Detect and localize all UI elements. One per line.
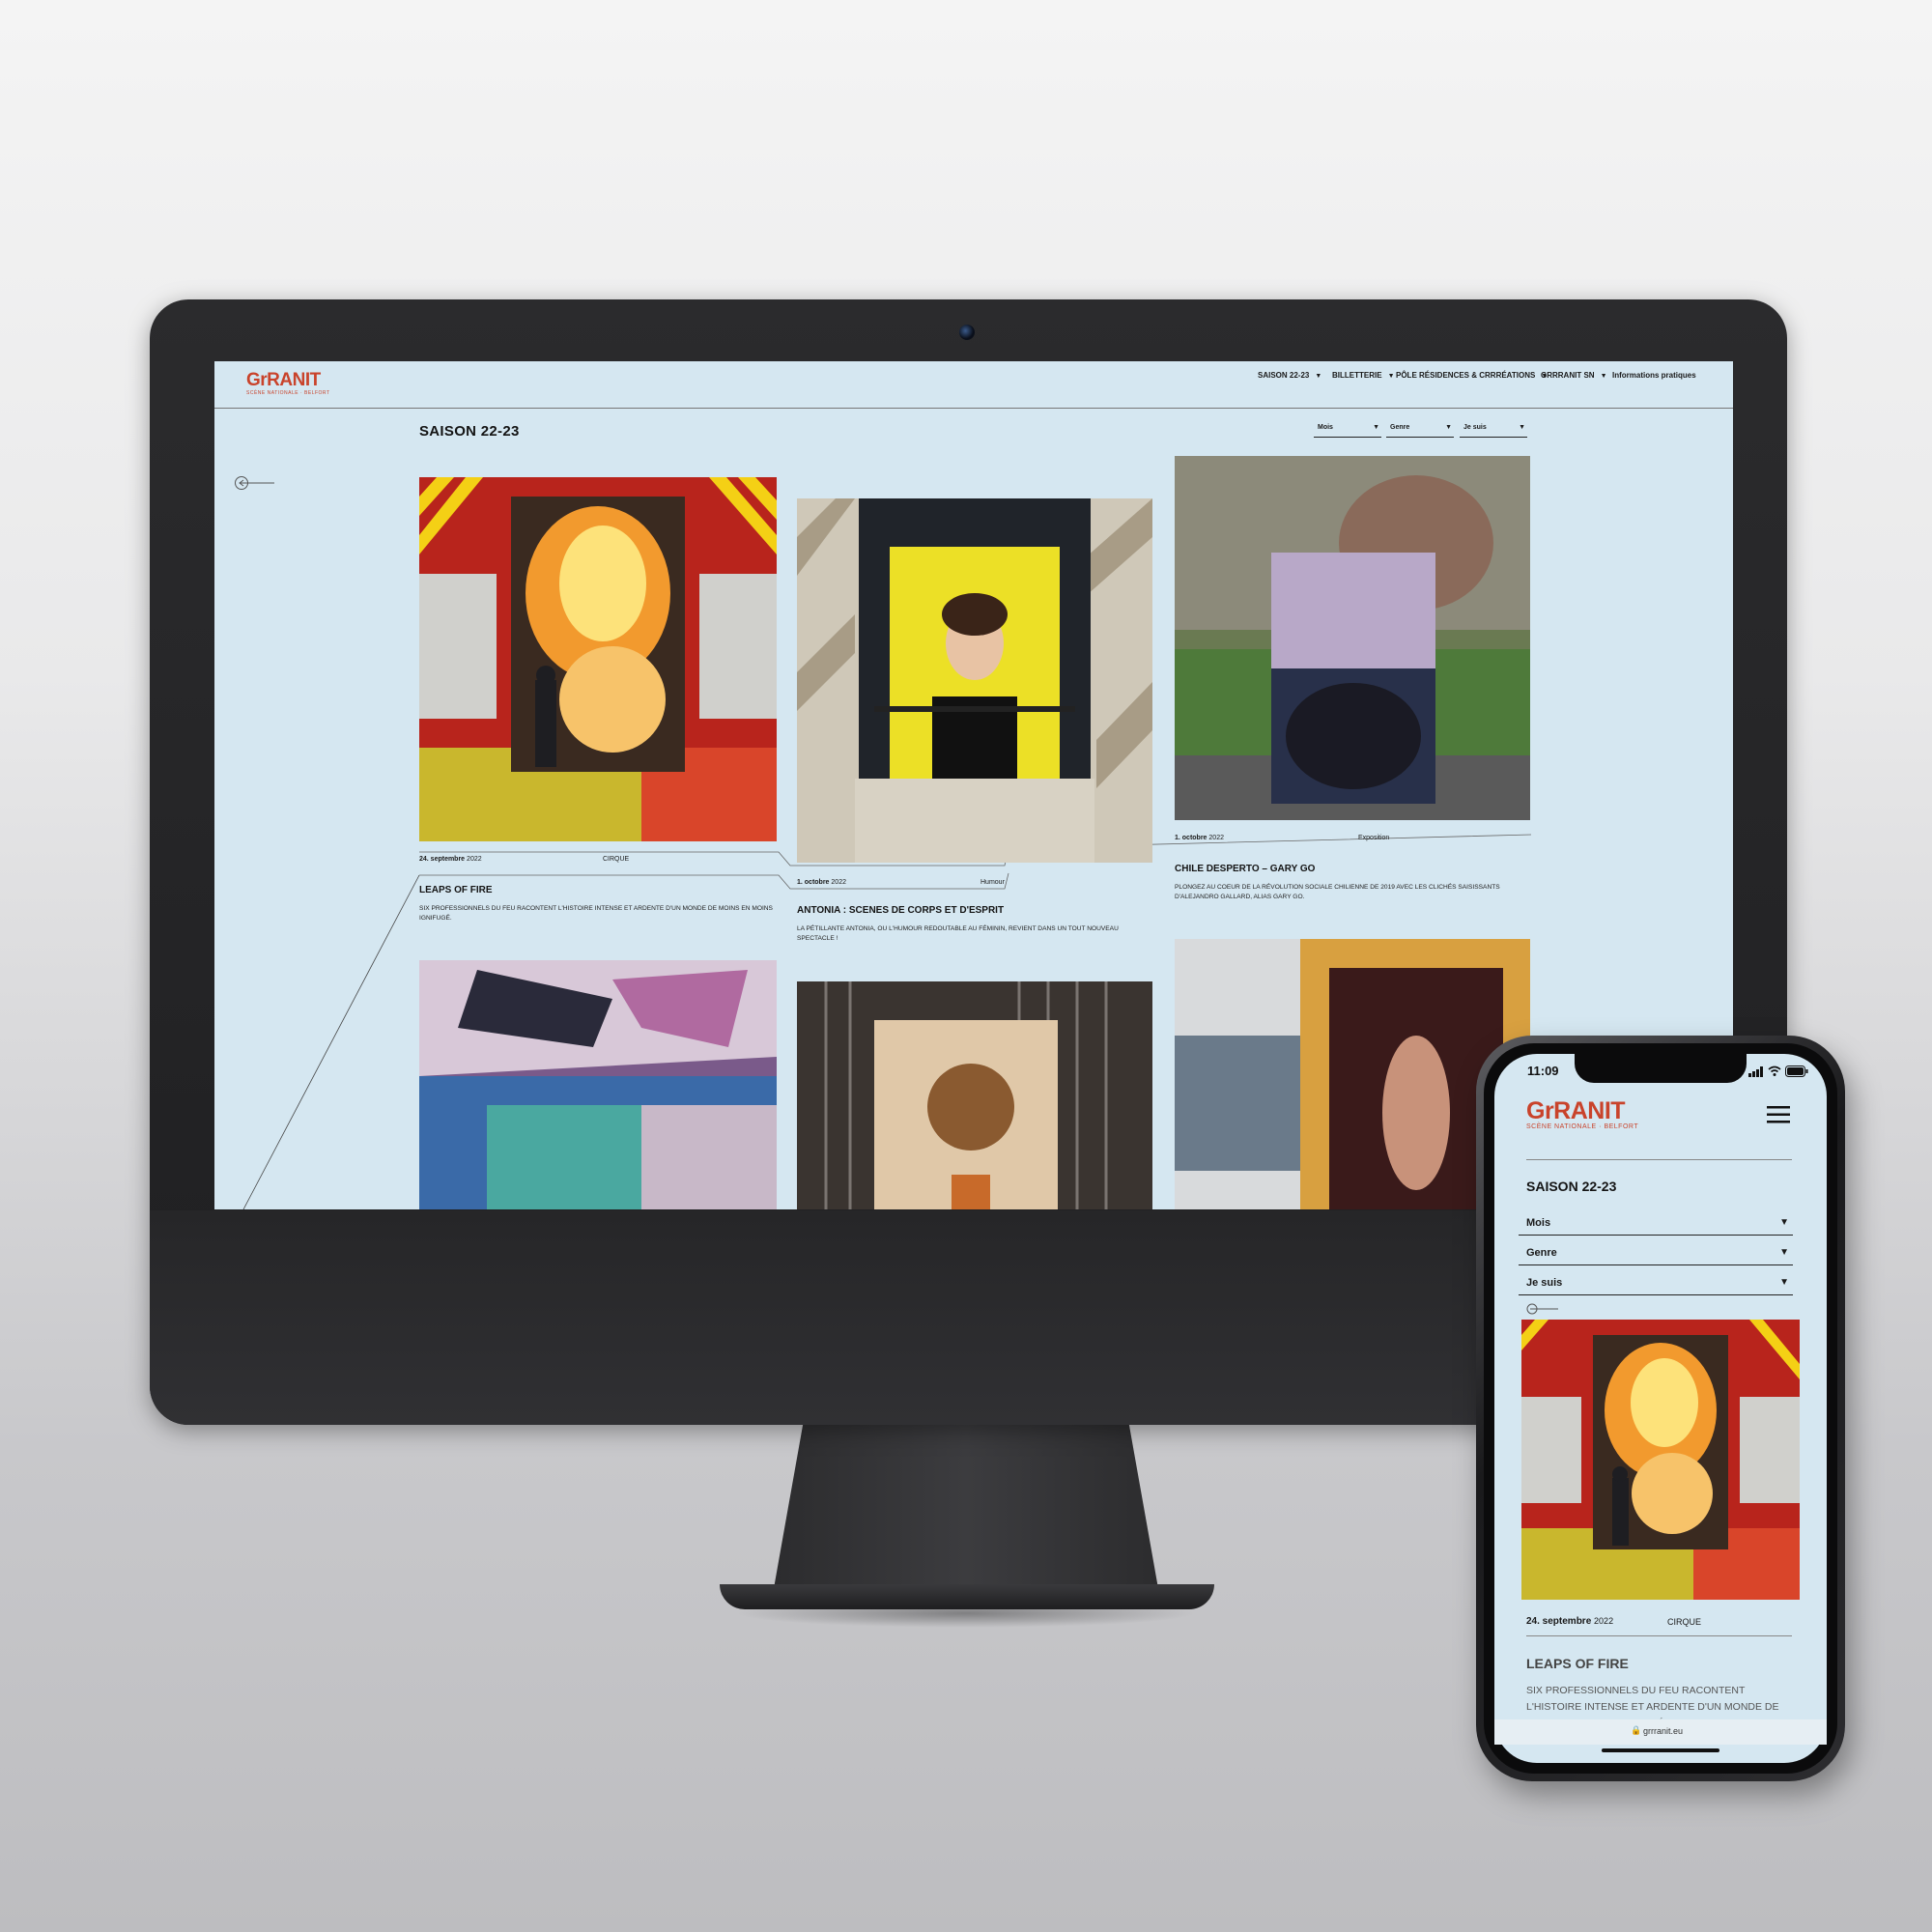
card-meta: 1. octobre 2022 Humour: [797, 879, 1152, 886]
card-image-leaps-of-fire[interactable]: [419, 477, 777, 841]
card-meta: 24. septembre 2022 CIRQUE: [419, 856, 777, 863]
card-image-coconut[interactable]: [797, 981, 1152, 1209]
card-date: 1. octobre: [1175, 835, 1208, 841]
card-image-graffiti[interactable]: [419, 960, 777, 1209]
back-arrow-icon[interactable]: [1526, 1303, 1559, 1315]
mobile-filter-mois[interactable]: Mois ▼: [1519, 1213, 1793, 1236]
card-title[interactable]: ANTONIA : SCENES DE CORPS ET D'ESPRIT: [797, 905, 1152, 916]
mobile-card-meta: 24. septembre 2022 CIRQUE: [1526, 1616, 1792, 1627]
home-indicator: [1602, 1748, 1719, 1752]
chevron-down-icon: ▼: [1779, 1217, 1789, 1228]
mobile-card-image-leaps-of-fire[interactable]: [1521, 1320, 1800, 1600]
url-bar[interactable]: 🔒 grrranit.eu: [1494, 1719, 1827, 1745]
logo-wordmark: GrRANIT: [1526, 1097, 1626, 1124]
filter-label: Genre: [1526, 1247, 1557, 1259]
wifi-icon: [1768, 1065, 1781, 1076]
card-genre: CIRQUE: [1667, 1617, 1702, 1627]
card-date: 1. octobre: [797, 879, 830, 886]
card-year: 2022: [1594, 1616, 1614, 1626]
status-time: 11:09: [1527, 1064, 1559, 1078]
mobile-card-title[interactable]: LEAPS OF FIRE: [1526, 1656, 1629, 1671]
mobile-filter-je-suis[interactable]: Je suis ▼: [1519, 1273, 1793, 1295]
filter-label: Je suis: [1526, 1277, 1563, 1289]
imac-stand: [773, 1420, 1159, 1594]
mobile-filter-genre[interactable]: Genre ▼: [1519, 1243, 1793, 1265]
signal-icon: [1748, 1066, 1763, 1077]
url-text: grrranit.eu: [1643, 1726, 1684, 1736]
card-year: 2022: [467, 856, 482, 863]
card-title[interactable]: CHILE DESPERTO – GARY GO: [1175, 864, 1530, 874]
card-year: 2022: [831, 879, 846, 886]
card-description: LA PÉTILLANTE ANTONIA, OU L'HUMOUR REDOU…: [797, 925, 1119, 942]
card-year: 2022: [1208, 835, 1224, 841]
card-meta: 1. octobre 2022 Exposition: [1175, 835, 1530, 841]
lock-icon: 🔒: [1631, 1725, 1642, 1735]
logo-tagline: SCÈNE NATIONALE · BELFORT: [1526, 1123, 1639, 1130]
card-description: PLONGEZ AU COEUR DE LA RÉVOLUTION SOCIAL…: [1175, 884, 1500, 900]
mobile-header-divider: [1526, 1159, 1792, 1160]
card-date: 24. septembre: [419, 856, 466, 863]
mobile-logo[interactable]: GrRANIT SCÈNE NATIONALE · BELFORT: [1526, 1099, 1662, 1134]
card-image-antonia[interactable]: [797, 498, 1152, 863]
battery-icon: [1785, 1065, 1808, 1077]
chevron-down-icon: ▼: [1779, 1247, 1789, 1258]
card-description: SIX PROFESSIONNELS DU FEU RACONTENT L'HI…: [419, 905, 773, 922]
card-genre: Humour: [980, 879, 1005, 886]
card-image-chile-desperto[interactable]: [1175, 456, 1530, 820]
card-genre: Exposition: [1358, 835, 1390, 841]
imac-base: [720, 1584, 1214, 1609]
webcam: [959, 325, 975, 340]
card-date: 24. septembre: [1526, 1616, 1592, 1627]
chevron-down-icon: ▼: [1779, 1277, 1789, 1288]
mobile-card-divider: [1526, 1635, 1792, 1636]
mobile-card-description: SIX PROFESSIONNELS DU FEU RACONTENT L'HI…: [1526, 1685, 1779, 1719]
mobile-page-title: SAISON 22-23: [1526, 1179, 1617, 1194]
card-title[interactable]: LEAPS OF FIRE: [419, 885, 777, 895]
filter-label: Mois: [1526, 1217, 1551, 1229]
card-genre: CIRQUE: [603, 856, 630, 863]
hamburger-menu-icon[interactable]: [1767, 1105, 1790, 1124]
phone-notch: [1575, 1054, 1747, 1083]
